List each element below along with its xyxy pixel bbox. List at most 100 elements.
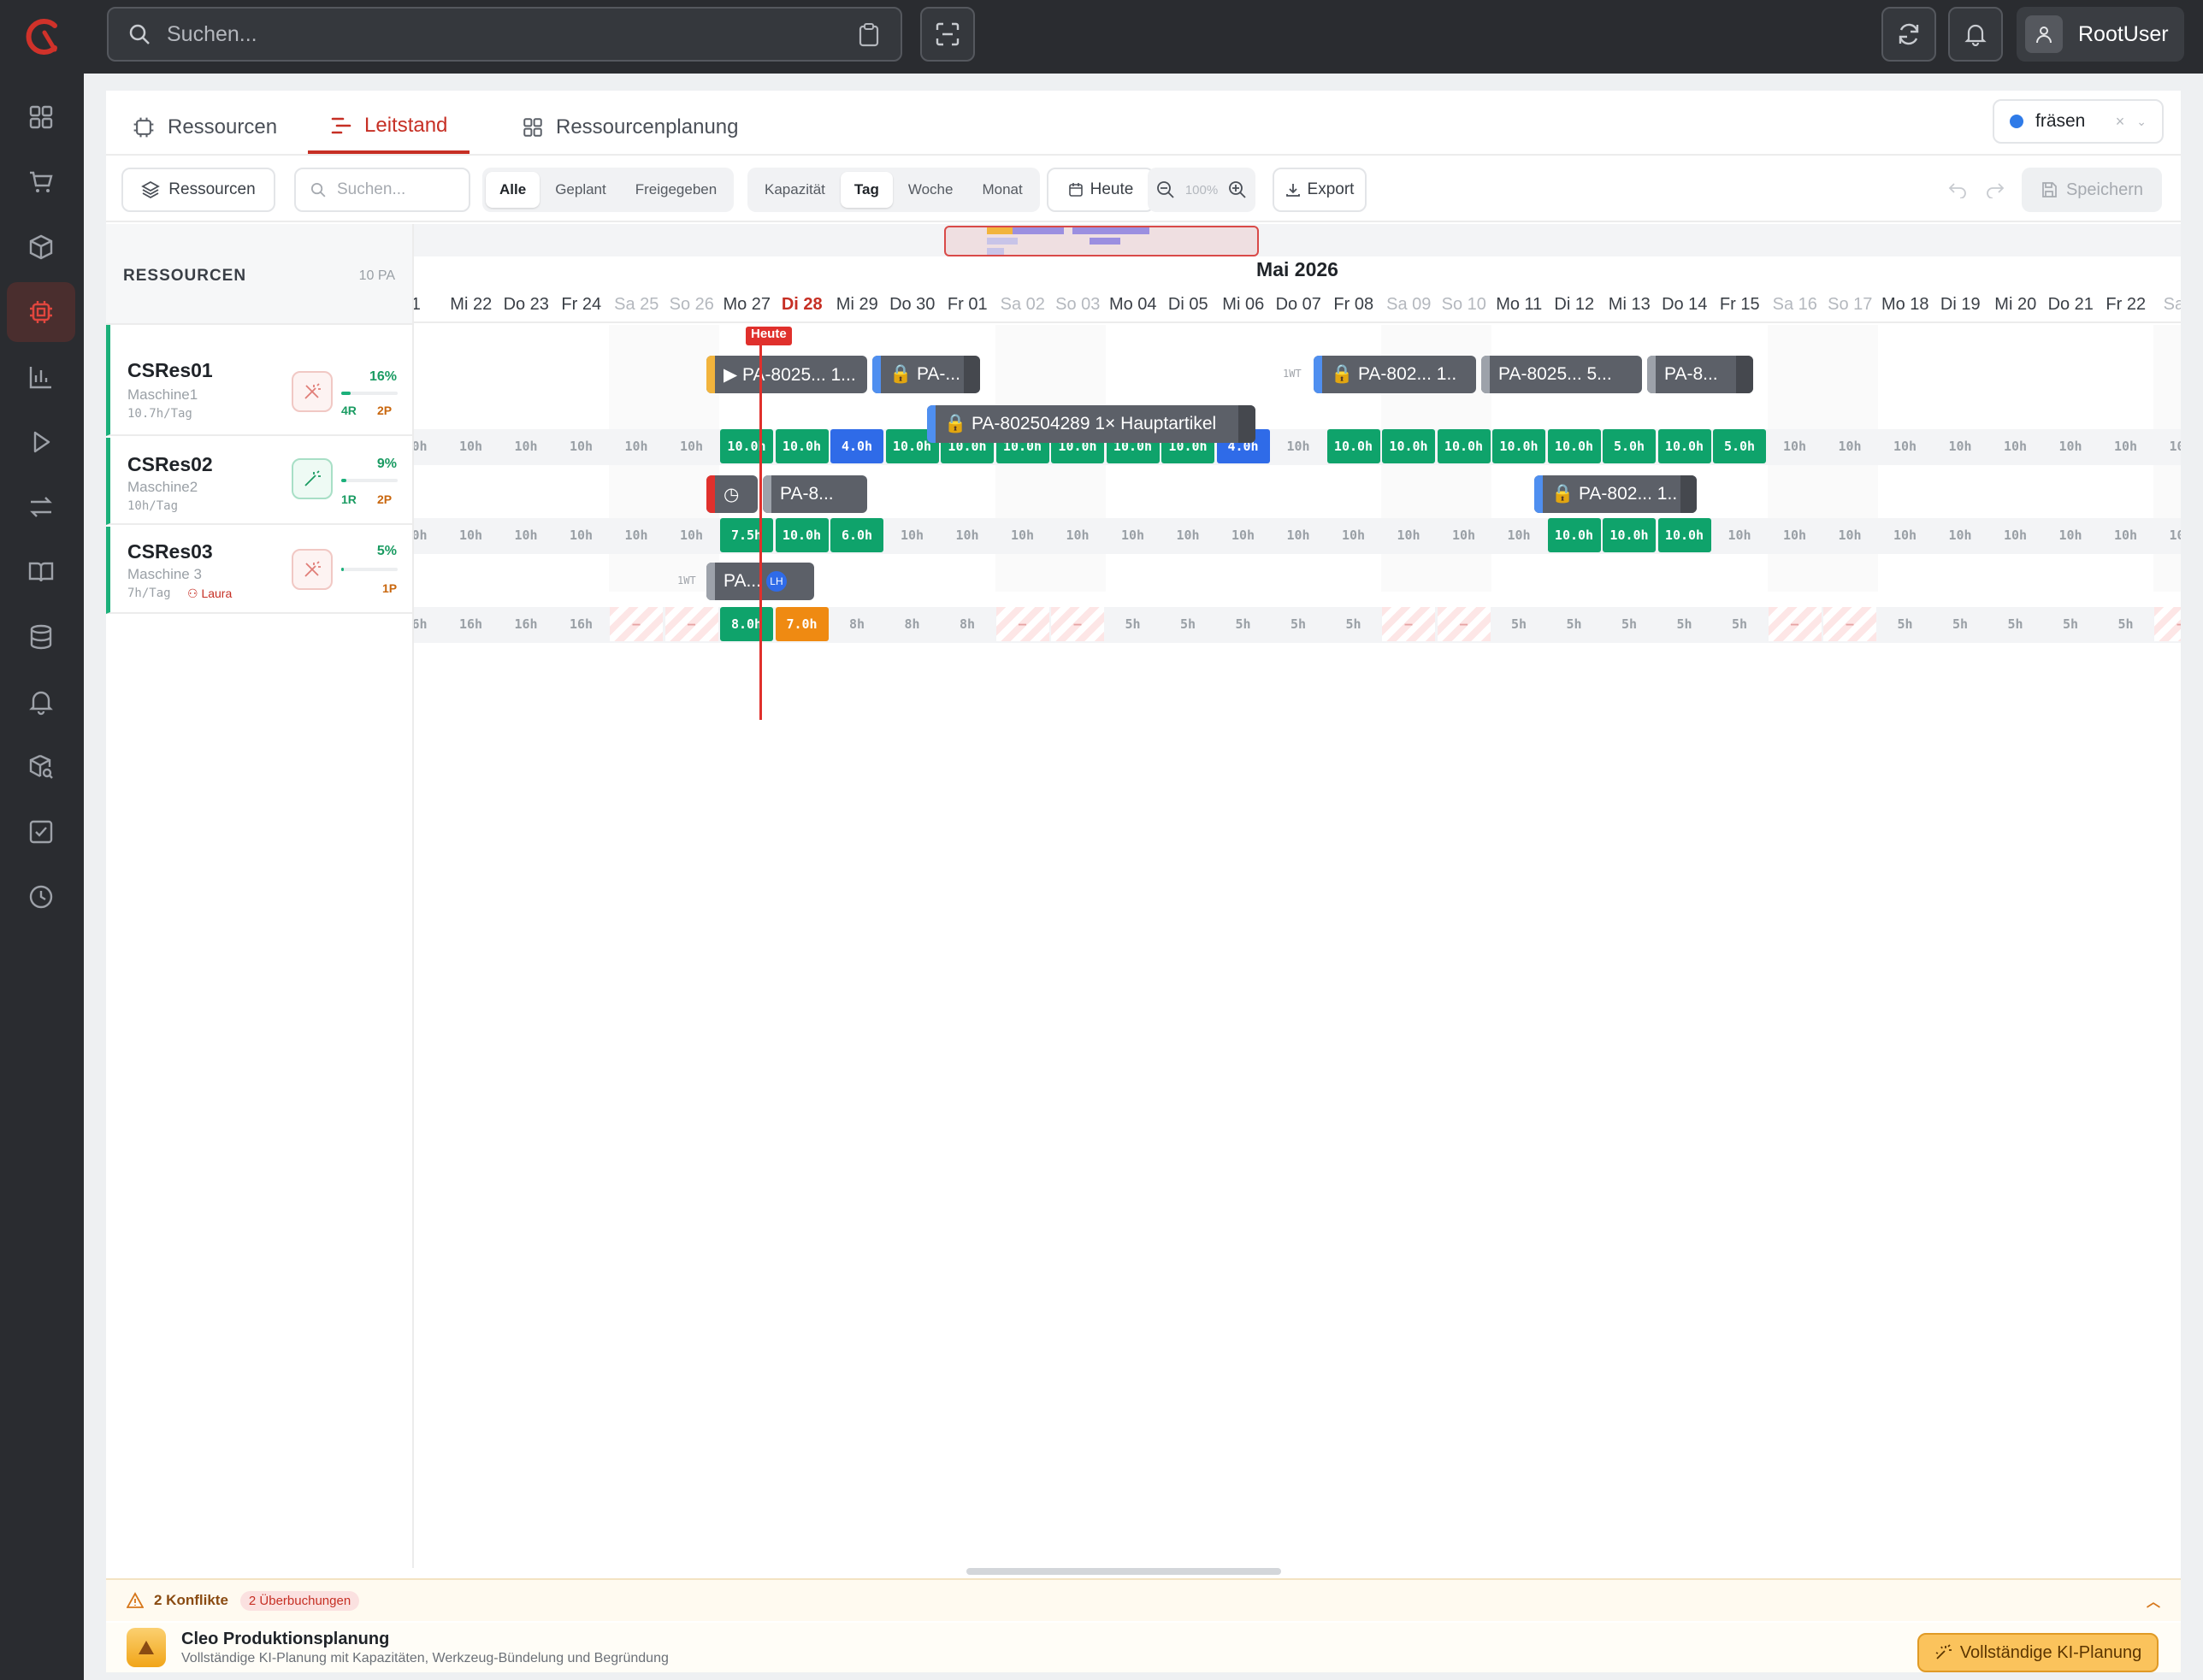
capacity-cell[interactable]: 10h bbox=[1107, 518, 1160, 552]
capacity-cell[interactable]: 16h bbox=[499, 607, 552, 641]
status-filter-alle[interactable]: Alle bbox=[486, 172, 540, 208]
view-monat[interactable]: Monat bbox=[968, 172, 1036, 208]
tab-ressourcen[interactable]: Ressourcen bbox=[132, 101, 277, 154]
global-search-input[interactable]: Suchen... bbox=[107, 7, 902, 62]
sidebar-item-database[interactable] bbox=[7, 607, 75, 667]
sidebar-item-dashboard[interactable] bbox=[7, 87, 75, 147]
resource-group-filter[interactable]: fräsen × ⌄ bbox=[1993, 99, 2164, 144]
status-filter-geplant[interactable]: Geplant bbox=[541, 172, 620, 208]
scan-button[interactable] bbox=[920, 7, 975, 62]
job-bar[interactable]: 🔒 PA-... bbox=[872, 356, 980, 393]
capacity-cell[interactable]: 10h bbox=[1879, 429, 1932, 463]
capacity-cell[interactable]: 10h bbox=[2154, 518, 2181, 552]
view-kapazitaet[interactable]: Kapazität bbox=[751, 172, 839, 208]
capacity-cell[interactable]: 10h bbox=[1713, 518, 1766, 552]
resources-toggle-button[interactable]: Ressourcen bbox=[121, 168, 275, 212]
capacity-cell[interactable]: 10h bbox=[1823, 518, 1876, 552]
capacity-cell[interactable]: 10h bbox=[1327, 518, 1380, 552]
capacity-cell[interactable]: 7.0h bbox=[775, 607, 829, 641]
notifications-button[interactable] bbox=[1948, 7, 2003, 62]
capacity-cell[interactable]: 10h bbox=[2044, 429, 2097, 463]
resource-search-input[interactable]: Suchen... bbox=[294, 168, 470, 212]
capacity-cell[interactable]: 10h bbox=[2154, 429, 2181, 463]
sidebar-item-package-search[interactable] bbox=[7, 737, 75, 797]
capacity-cell[interactable]: 4.0h bbox=[830, 429, 883, 463]
resource-row-csres02[interactable]: CSRes02 Maschine2 10h/Tag 9% 1R 2P bbox=[106, 438, 412, 525]
gantt-grid[interactable]: Mai 2026 1 Mi 22 Do 23 Fr 24 Sa 25 So 26 Mo 27… bbox=[414, 224, 2181, 1568]
export-button[interactable]: Export bbox=[1273, 168, 1367, 212]
capacity-cell[interactable]: 10h bbox=[610, 518, 663, 552]
capacity-cell[interactable]: 10h bbox=[445, 518, 498, 552]
capacity-cell[interactable]: 10h bbox=[1272, 518, 1325, 552]
capacity-cell[interactable]: 5h bbox=[1658, 607, 1711, 641]
job-bar[interactable]: 🔒 PA-802... 1.. bbox=[1534, 475, 1697, 513]
capacity-cell[interactable]: 6.0h bbox=[830, 518, 883, 552]
capacity-cell[interactable]: 10h bbox=[499, 518, 552, 552]
capacity-cell[interactable]: — bbox=[1437, 607, 1491, 641]
capacity-cell[interactable]: 10.0h bbox=[1547, 518, 1601, 552]
job-bar[interactable]: ▶ PA-8025... 1... bbox=[706, 356, 867, 393]
capacity-cell[interactable]: 10h bbox=[499, 429, 552, 463]
capacity-cell[interactable]: 10.0h bbox=[1657, 518, 1711, 552]
sidebar-item-cart[interactable] bbox=[7, 152, 75, 212]
tab-ressourcenplanung[interactable]: Ressourcenplanung bbox=[522, 101, 738, 154]
capacity-cell[interactable]: — bbox=[1823, 607, 1876, 641]
capacity-cell[interactable]: 5h bbox=[1327, 607, 1380, 641]
auto-plan-button[interactable] bbox=[292, 458, 333, 499]
capacity-cell[interactable]: 10h bbox=[1989, 429, 2042, 463]
capacity-cell[interactable]: 5h bbox=[2100, 607, 2153, 641]
capacity-cell[interactable]: 10h bbox=[886, 518, 939, 552]
conflicts-bar[interactable]: 2 Konflikte 2 Überbuchungen ︿ bbox=[106, 1578, 2181, 1621]
capacity-cell[interactable]: 10h bbox=[555, 518, 608, 552]
capacity-cell[interactable]: 10h bbox=[665, 518, 718, 552]
capacity-cell[interactable]: 10h bbox=[1161, 518, 1214, 552]
capacity-cell[interactable]: 10.0h bbox=[775, 429, 829, 463]
capacity-cell[interactable]: 10.0h bbox=[1326, 429, 1380, 463]
job-bar[interactable]: PA-8... bbox=[1647, 356, 1753, 393]
capacity-cell[interactable]: 10.0h bbox=[1437, 429, 1491, 463]
status-filter-freigegeben[interactable]: Freigegeben bbox=[622, 172, 730, 208]
capacity-cell[interactable]: 10h bbox=[1217, 518, 1270, 552]
capacity-cell[interactable]: 10.0h bbox=[1382, 429, 1435, 463]
job-bar[interactable]: 🔒 PA-802504289 1× Hauptartikel bbox=[927, 405, 1255, 443]
capacity-cell[interactable]: — bbox=[1051, 607, 1104, 641]
user-menu-button[interactable]: RootUser bbox=[2017, 7, 2184, 62]
capacity-cell[interactable]: 10.0h bbox=[1603, 518, 1656, 552]
sidebar-item-transfer[interactable] bbox=[7, 477, 75, 537]
capacity-cell[interactable]: — bbox=[1768, 607, 1822, 641]
capacity-cell[interactable]: 5h bbox=[1879, 607, 1932, 641]
capacity-cell[interactable]: 10h bbox=[555, 429, 608, 463]
capacity-cell[interactable]: 10.0h bbox=[1657, 429, 1711, 463]
capacity-cell[interactable]: 10h bbox=[1051, 518, 1104, 552]
sidebar-item-history[interactable] bbox=[7, 867, 75, 927]
capacity-cell[interactable]: 10h bbox=[1382, 518, 1435, 552]
capacity-cell[interactable]: — bbox=[610, 607, 663, 641]
capacity-cell[interactable]: 10h bbox=[1438, 518, 1491, 552]
capacity-cell[interactable]: 5h bbox=[1548, 607, 1601, 641]
capacity-cell[interactable]: 5h bbox=[1492, 607, 1545, 641]
capacity-cell[interactable]: 5h bbox=[1603, 607, 1656, 641]
capacity-cell[interactable]: 5h bbox=[1989, 607, 2042, 641]
horizontal-scrollbar[interactable] bbox=[966, 1568, 1281, 1575]
job-bar[interactable]: ◷ bbox=[706, 475, 758, 513]
capacity-cell[interactable]: 10h bbox=[1934, 518, 1987, 552]
timeline-minimap[interactable] bbox=[414, 224, 2181, 256]
capacity-cell[interactable]: 10h bbox=[1823, 429, 1876, 463]
sidebar-item-alerts[interactable] bbox=[7, 672, 75, 732]
capacity-cell[interactable]: 5.0h bbox=[1603, 429, 1656, 463]
capacity-cell[interactable]: 10h bbox=[1769, 518, 1822, 552]
capacity-cell[interactable]: 10h bbox=[665, 429, 718, 463]
app-logo[interactable] bbox=[21, 15, 63, 58]
sidebar-item-analytics[interactable] bbox=[7, 347, 75, 407]
capacity-cell[interactable]: 10h bbox=[1769, 429, 1822, 463]
clear-icon[interactable]: × bbox=[2116, 113, 2125, 131]
capacity-cell[interactable]: 10h bbox=[1934, 429, 1987, 463]
resource-row-csres03[interactable]: CSRes03 Maschine 3 7h/Tag ⚇ Laura 5% 1P bbox=[106, 527, 412, 614]
capacity-cell[interactable]: 5h bbox=[1161, 607, 1214, 641]
refresh-button[interactable] bbox=[1881, 7, 1936, 62]
capacity-cell[interactable]: — bbox=[2154, 607, 2181, 641]
capacity-cell[interactable]: 10h bbox=[414, 518, 442, 552]
capacity-cell[interactable]: — bbox=[1382, 607, 1435, 641]
capacity-cell[interactable]: 10h bbox=[2100, 518, 2153, 552]
tab-leitstand[interactable]: Leitstand bbox=[308, 101, 470, 154]
